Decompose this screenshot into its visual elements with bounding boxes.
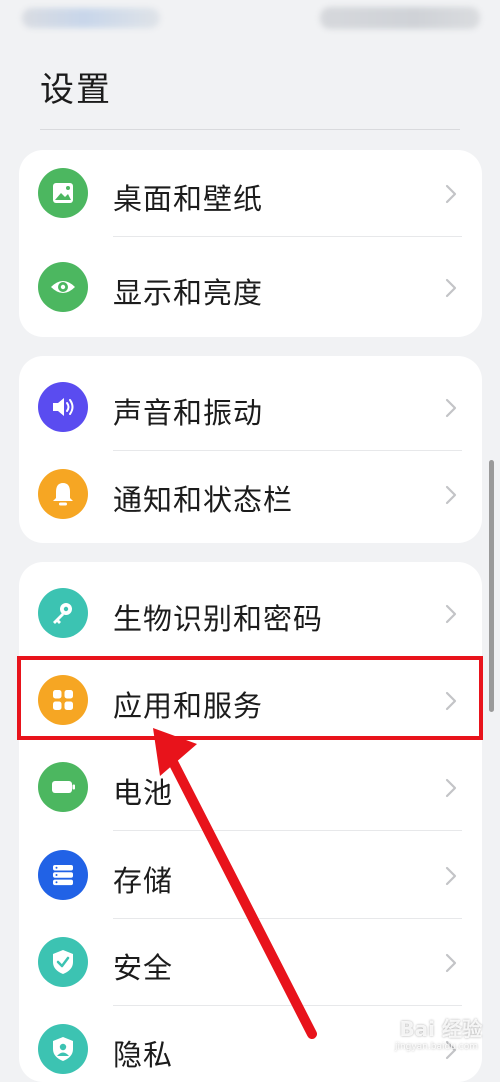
scrollbar[interactable] [489,460,494,712]
status-bar-right-blurred [320,7,480,29]
bell-icon [38,469,88,519]
status-bar [0,0,500,38]
settings-item-label: 存储 [113,864,174,898]
key-icon [38,588,88,638]
chevron-right-icon [445,604,457,624]
settings-item-label: 电池 [113,776,174,810]
settings-item-label: 生物识别和密码 [113,602,324,636]
chevron-right-icon [445,778,457,798]
settings-item-security[interactable]: 安全 [19,919,482,1006]
eye-icon [38,262,88,312]
battery-icon [38,762,88,812]
watermark-subtext: jingyan.baidu.com [394,1042,478,1052]
chevron-right-icon [445,485,457,505]
wallpaper-icon [38,168,88,218]
settings-group-system: 生物识别和密码 应用和服务 电池 存储 安全 隐私 [19,562,482,1082]
page-title: 设置 [40,70,112,110]
speaker-icon [38,382,88,432]
highlight-box-apps-services [17,656,483,740]
row-divider [113,236,462,237]
settings-item-sound-vibration[interactable]: 声音和振动 [19,364,482,451]
shield-check-icon [38,937,88,987]
settings-item-label: 通知和状态栏 [113,483,294,517]
chevron-right-icon [445,398,457,418]
storage-icon [38,850,88,900]
chevron-right-icon [445,184,457,204]
watermark: Bai 经验 [399,1017,482,1041]
settings-item-battery[interactable]: 电池 [19,744,482,831]
privacy-icon [38,1024,88,1074]
row-divider [113,830,462,831]
chevron-right-icon [445,278,457,298]
settings-group-sound-notifications: 声音和振动 通知和状态栏 [19,356,482,543]
title-divider [40,129,460,130]
settings-item-label: 显示和亮度 [113,276,264,310]
settings-item-notifications-statusbar[interactable]: 通知和状态栏 [19,451,482,538]
settings-item-wallpaper[interactable]: 桌面和壁纸 [19,150,482,237]
chevron-right-icon [445,953,457,973]
chevron-right-icon [445,866,457,886]
status-bar-left-blurred [22,8,160,28]
settings-item-label: 声音和振动 [113,396,264,430]
settings-item-label: 隐私 [113,1038,174,1072]
settings-item-label: 桌面和壁纸 [113,182,264,216]
settings-group-display: 桌面和壁纸 显示和亮度 [19,150,482,337]
settings-item-biometrics-password[interactable]: 生物识别和密码 [19,570,482,657]
settings-item-label: 安全 [113,951,174,985]
settings-item-storage[interactable]: 存储 [19,832,482,919]
settings-item-display-brightness[interactable]: 显示和亮度 [19,244,482,331]
